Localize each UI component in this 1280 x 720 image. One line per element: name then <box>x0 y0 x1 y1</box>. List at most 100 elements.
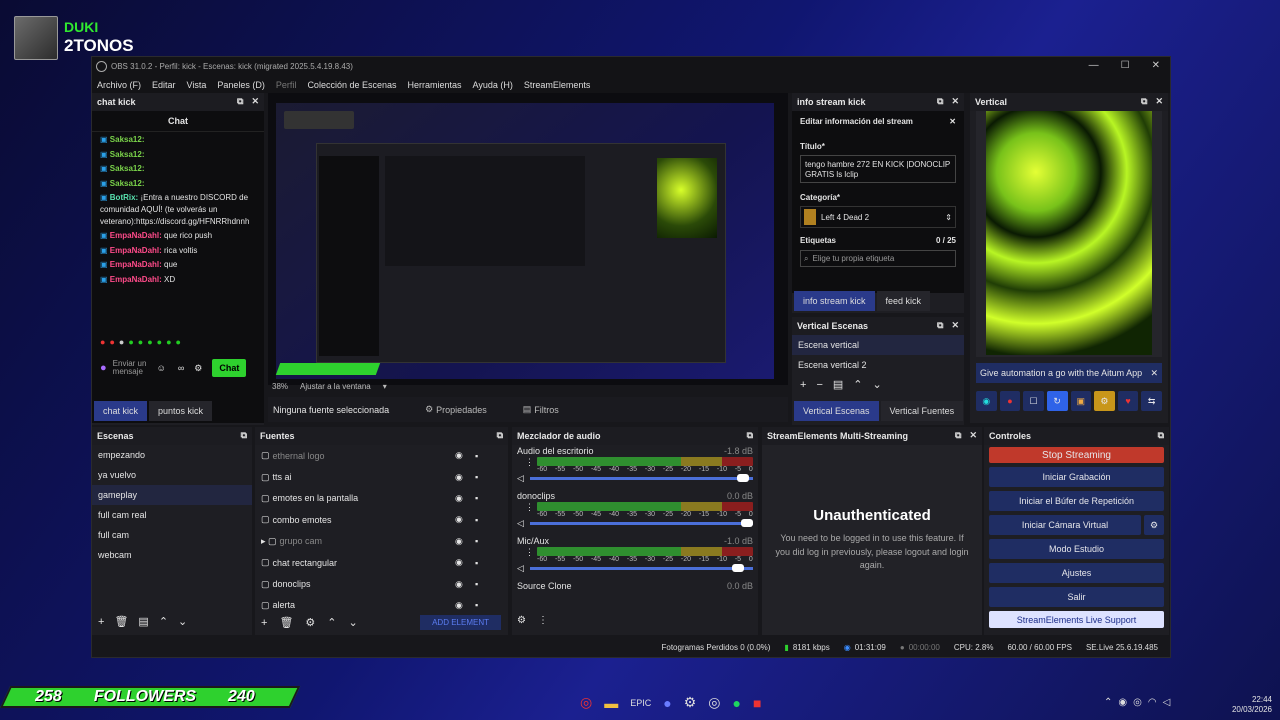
lock-icon[interactable]: ▪ <box>475 472 478 482</box>
emote-icon[interactable]: ● <box>176 337 181 347</box>
add-icon[interactable]: + <box>800 379 806 391</box>
start-recording-button[interactable]: Iniciar Grabación <box>989 467 1164 487</box>
menu-perfil[interactable]: Perfil <box>276 80 297 90</box>
close-icon[interactable]: ✕ <box>1150 368 1158 379</box>
gear-icon[interactable]: ⚙ <box>305 616 315 629</box>
menu-coleccion[interactable]: Colección de Escenas <box>307 80 396 90</box>
menu-editar[interactable]: Editar <box>152 80 176 90</box>
close-icon[interactable]: ✕ <box>951 320 959 331</box>
emote-icon[interactable]: ● <box>119 337 124 347</box>
wifi-icon[interactable]: ◠ <box>1148 697 1157 708</box>
emote-icon[interactable]: ● <box>147 337 152 347</box>
tab-puntos-kick[interactable]: puntos kick <box>149 401 213 421</box>
volume-slider-handle[interactable] <box>736 474 749 482</box>
backtrack-icon[interactable]: ☐ <box>1023 391 1044 411</box>
scene-item[interactable]: full cam real <box>92 505 252 525</box>
emote-icon[interactable]: ● <box>166 337 171 347</box>
add-icon[interactable]: + <box>98 616 104 628</box>
float-icon[interactable]: ⧉ <box>237 96 243 107</box>
menu-ayuda[interactable]: Ayuda (H) <box>473 80 513 90</box>
more-icon[interactable]: ⋮ <box>525 457 534 468</box>
tray-app-icon[interactable]: ◉ <box>1118 697 1127 708</box>
more-icon[interactable]: ⋮ <box>525 502 534 513</box>
menu-vista[interactable]: Vista <box>187 80 207 90</box>
settings-icon[interactable]: ⚙ <box>194 363 202 374</box>
add-element-button[interactable]: ADD ELEMENT <box>420 615 501 630</box>
close-icon[interactable]: ✕ <box>949 117 956 126</box>
source-item[interactable]: ▢ combo emotes ◉ ▪ <box>255 509 508 530</box>
volume-slider[interactable] <box>529 474 753 482</box>
chevron-up-icon[interactable]: ⌃ <box>1104 697 1112 708</box>
source-item[interactable]: ▢ tts ai ◉ ▪ <box>255 466 508 487</box>
lock-icon[interactable]: ▪ <box>475 493 478 503</box>
move-down-icon[interactable]: ⌄ <box>349 616 358 629</box>
visibility-icon[interactable]: ◉ <box>455 450 463 461</box>
studio-mode-button[interactable]: Modo Estudio <box>989 539 1164 559</box>
visibility-icon[interactable]: ◉ <box>455 579 463 590</box>
volume-icon[interactable]: ◁ <box>517 518 524 529</box>
tab-vertical-fuentes[interactable]: Vertical Fuentes <box>880 401 964 421</box>
stop-streaming-button[interactable]: Stop Streaming <box>989 447 1164 463</box>
send-chat-button[interactable]: Chat <box>212 359 247 377</box>
volume-slider[interactable] <box>529 564 753 572</box>
menu-paneles[interactable]: Paneles (D) <box>217 80 265 90</box>
aitum-banner[interactable]: Give automation a go with the Aitum App ✕ <box>976 363 1162 383</box>
volume-slider-handle[interactable] <box>741 519 753 527</box>
move-up-icon[interactable]: ⌃ <box>853 378 862 391</box>
category-select[interactable]: Left 4 Dead 2 ⇕ <box>800 206 956 228</box>
chat-username[interactable]: BotRix: <box>110 193 138 202</box>
exit-button[interactable]: Salir <box>989 587 1164 607</box>
chat-username[interactable]: EmpaNaDahl: <box>110 231 162 240</box>
replay-buffer-button[interactable]: Iniciar el Búfer de Repetición <box>989 491 1164 511</box>
emote-icon[interactable]: ● <box>100 337 105 347</box>
chat-username[interactable]: Saksa12: <box>110 150 145 159</box>
scene-item[interactable]: full cam <box>92 525 252 545</box>
scene-item[interactable]: ya vuelvo <box>92 465 252 485</box>
move-up-icon[interactable]: ⌃ <box>159 615 168 628</box>
preview-canvas[interactable] <box>275 103 774 379</box>
chat-username[interactable]: Saksa12: <box>110 135 145 144</box>
emote-icon[interactable]: ● <box>109 337 114 347</box>
float-icon[interactable]: ⧉ <box>747 430 753 441</box>
float-icon[interactable]: ⧉ <box>1158 430 1164 441</box>
multistream-icon[interactable]: ◉ <box>976 391 997 411</box>
move-down-icon[interactable]: ⌄ <box>873 378 882 391</box>
add-icon[interactable]: + <box>261 617 267 629</box>
chat-username[interactable]: EmpaNaDahl: <box>110 260 162 269</box>
mixer-settings-icon[interactable]: ⚙ <box>517 615 526 626</box>
emote-icon[interactable]: ● <box>138 337 143 347</box>
trash-icon[interactable]: 🗑 <box>279 616 293 629</box>
float-icon[interactable]: ⧉ <box>497 430 503 441</box>
visibility-icon[interactable]: ◉ <box>455 493 463 504</box>
clock[interactable]: 22:44 20/03/2026 <box>1228 695 1272 716</box>
volume-icon[interactable]: ◁ <box>1163 697 1171 708</box>
float-icon[interactable]: ⧉ <box>937 320 943 331</box>
chat-username[interactable]: Saksa12: <box>110 164 145 173</box>
close-icon[interactable]: ✕ <box>251 96 259 107</box>
close-icon[interactable]: ✕ <box>1155 96 1163 107</box>
visibility-icon[interactable]: ◉ <box>455 514 463 525</box>
more-icon[interactable]: ⋮ <box>538 615 548 626</box>
visibility-icon[interactable]: ◉ <box>455 600 463 611</box>
link-icon[interactable]: ∞ <box>178 363 184 373</box>
lock-icon[interactable]: ▪ <box>475 579 478 589</box>
gear-icon[interactable]: ⚙ <box>1144 515 1164 535</box>
volume-icon[interactable]: ◁ <box>517 473 524 484</box>
tab-vertical-escenas[interactable]: Vertical Escenas <box>794 401 879 421</box>
lock-icon[interactable]: ▪ <box>475 600 478 610</box>
float-icon[interactable]: ⧉ <box>1141 96 1147 107</box>
float-icon[interactable]: ⧉ <box>955 430 961 441</box>
scene-item[interactable]: webcam <box>92 545 252 565</box>
chat-input[interactable]: Enviar un mensaje <box>113 360 151 376</box>
emote-icon[interactable]: ● <box>128 337 133 347</box>
scene-item[interactable]: empezando <box>92 445 252 465</box>
left4dead-icon[interactable]: ■ <box>753 695 761 711</box>
visibility-icon[interactable]: ◉ <box>455 536 463 547</box>
scene-item[interactable]: gameplay <box>92 485 252 505</box>
chat-username[interactable]: Saksa12: <box>110 179 145 188</box>
lock-icon[interactable]: ▪ <box>475 558 478 568</box>
source-item[interactable]: ▢ ethernal logo ◉ ▪ <box>255 445 508 466</box>
volume-icon[interactable]: ◁ <box>517 563 524 574</box>
minimize-button[interactable]: — <box>1089 60 1099 71</box>
chevron-down-icon[interactable]: ▾ <box>383 382 387 391</box>
